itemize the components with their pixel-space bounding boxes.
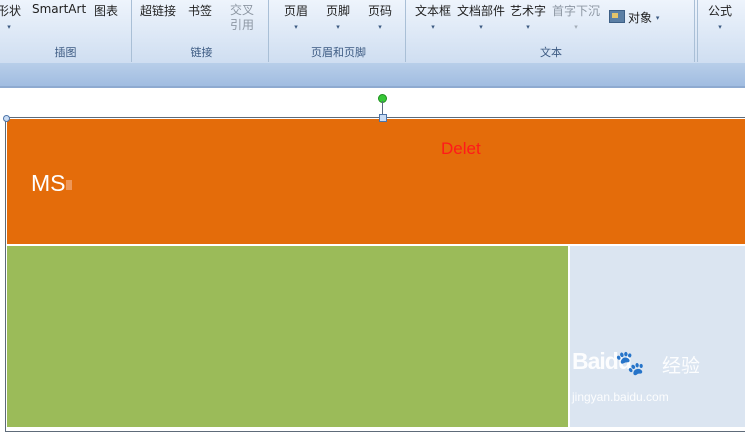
green-shape[interactable] bbox=[7, 246, 568, 427]
chevron-down-icon: ▾ bbox=[294, 23, 298, 31]
textbox-button[interactable]: 文本框 ▾ bbox=[415, 2, 451, 32]
cross-reference-button[interactable]: 交叉 引用 bbox=[230, 3, 254, 33]
object-button[interactable]: 对象 ▾ bbox=[609, 9, 659, 26]
drop-cap-button[interactable]: 首字下沉 ▾ bbox=[552, 2, 600, 32]
watermark-cn-text: 经验 bbox=[662, 355, 701, 377]
quick-parts-button[interactable]: 文档部件 ▾ bbox=[457, 2, 505, 32]
watermark-url: jingyan.baidu.com bbox=[572, 390, 669, 404]
ribbon: 形状 ▾ SmartArt 图表 插图 超链接 书签 交叉 引用 链接 页眉 ▾… bbox=[0, 0, 745, 63]
hyperlink-button[interactable]: 超链接 bbox=[140, 2, 176, 19]
group-title-links: 链接 bbox=[190, 46, 213, 59]
header-button[interactable]: 页眉 ▾ bbox=[284, 2, 308, 32]
chevron-down-icon: ▾ bbox=[574, 23, 578, 31]
group-title-text: 文本 bbox=[540, 46, 562, 59]
chevron-down-icon: ▾ bbox=[655, 14, 660, 22]
baidu-watermark: Baidu 🐾 经验 jingyan.baidu.com bbox=[572, 348, 745, 412]
chevron-down-icon: ▾ bbox=[378, 23, 382, 31]
group-links: 超链接 书签 交叉 引用 链接 bbox=[135, 0, 269, 62]
object-icon bbox=[609, 10, 625, 23]
orange-header-shape[interactable] bbox=[7, 119, 745, 244]
bookmark-button[interactable]: 书签 bbox=[188, 2, 212, 19]
group-header-footer: 页眉 ▾ 页脚 ▾ 页码 ▾ 页眉和页脚 bbox=[272, 0, 406, 62]
resize-handle-top[interactable] bbox=[379, 114, 387, 122]
chevron-down-icon: ▾ bbox=[718, 23, 722, 31]
ribbon-lower-band bbox=[0, 63, 745, 88]
red-delete-text[interactable]: Delet bbox=[441, 139, 481, 159]
wordart-button[interactable]: 艺术字 ▾ bbox=[510, 2, 546, 32]
group-title-header-footer: 页眉和页脚 bbox=[311, 46, 366, 59]
chevron-down-icon: ▾ bbox=[7, 23, 11, 31]
resize-handle-top-left[interactable] bbox=[3, 115, 10, 122]
group-illustrations: 形状 ▾ SmartArt 图表 插图 bbox=[0, 0, 132, 62]
group-symbols: 公式 ▾ bbox=[697, 0, 745, 62]
page-number-button[interactable]: 页码 ▾ bbox=[368, 2, 392, 32]
paw-icon: 🐾 bbox=[615, 349, 645, 377]
title-text[interactable]: MS bbox=[31, 170, 66, 197]
chevron-down-icon: ▾ bbox=[431, 23, 435, 31]
smartart-button[interactable]: SmartArt bbox=[32, 2, 86, 16]
chevron-down-icon: ▾ bbox=[336, 23, 340, 31]
chart-button[interactable]: 图表 bbox=[94, 2, 118, 19]
footer-button[interactable]: 页脚 ▾ bbox=[326, 2, 350, 32]
chevron-down-icon: ▾ bbox=[479, 23, 483, 31]
group-title-illustrations: 插图 bbox=[54, 46, 77, 59]
shapes-button[interactable]: 形状 ▾ bbox=[0, 2, 21, 32]
text-cursor bbox=[66, 180, 72, 190]
chevron-down-icon: ▾ bbox=[526, 23, 530, 31]
equation-button[interactable]: 公式 ▾ bbox=[708, 2, 732, 32]
